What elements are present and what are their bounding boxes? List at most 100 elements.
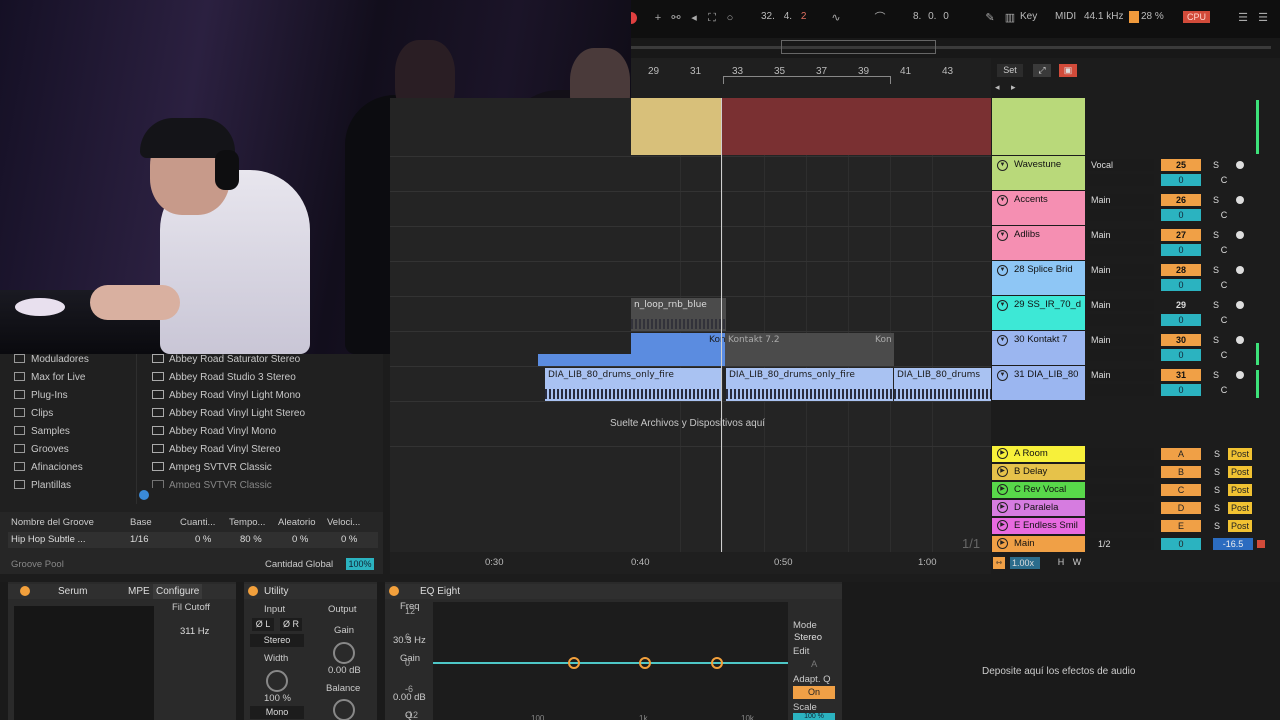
post-button[interactable]: Post xyxy=(1228,520,1252,532)
play-icon[interactable]: ▶ xyxy=(997,502,1008,513)
output-routing[interactable]: Main xyxy=(1088,194,1154,206)
eq-band-handle[interactable] xyxy=(711,657,723,669)
curve-icon[interactable]: ⌒ xyxy=(873,11,887,25)
fold-icon[interactable]: ▼ xyxy=(997,335,1008,346)
return-name[interactable]: ▶ B Delay xyxy=(992,464,1085,480)
mono-button[interactable]: Mono xyxy=(250,706,304,719)
track-header[interactable]: ▼ Wavestune Vocal 25 0 S C xyxy=(991,156,1280,191)
browser-item[interactable]: Abbey Road Saturator Stereo xyxy=(152,354,300,365)
solo-button[interactable]: S xyxy=(1211,520,1223,532)
track-volume[interactable]: 0 xyxy=(1161,174,1201,186)
track-number[interactable]: 29 xyxy=(1161,299,1201,311)
crossfade-button[interactable]: C xyxy=(1216,279,1232,291)
phase-right-button[interactable]: Ø R xyxy=(280,618,302,631)
category-item[interactable]: Clips xyxy=(14,408,53,419)
edit-value[interactable]: A xyxy=(811,659,817,670)
menu-icon[interactable]: ☰ xyxy=(1256,11,1270,25)
zoom-icon[interactable]: ⇿ xyxy=(993,557,1005,569)
hamburger-icon[interactable]: ☰ xyxy=(1236,11,1250,25)
device-power-icon[interactable] xyxy=(248,586,258,596)
category-item[interactable]: Plantillas xyxy=(14,480,71,491)
expand-icon[interactable]: ⤢ xyxy=(1033,64,1051,77)
fold-icon[interactable]: ▼ xyxy=(997,300,1008,311)
return-track[interactable]: ▶ C Rev Vocal C S Post xyxy=(991,482,1280,500)
balance-knob[interactable] xyxy=(333,699,355,720)
solo-button[interactable]: S xyxy=(1211,448,1223,460)
category-item[interactable]: Plug-Ins xyxy=(14,390,68,401)
post-button[interactable]: Post xyxy=(1228,502,1252,514)
groove-timing[interactable]: 80 % xyxy=(240,534,262,545)
midi-map-button[interactable]: MIDI xyxy=(1055,11,1076,22)
arm-icon[interactable] xyxy=(1236,196,1244,204)
beat-ruler[interactable]: 29 31 33 35 37 39 41 43 xyxy=(631,58,991,98)
record-indicator[interactable] xyxy=(631,12,637,24)
output-routing[interactable]: Main xyxy=(1088,264,1154,276)
set-button[interactable]: Set xyxy=(997,64,1023,77)
browser-item[interactable]: Abbey Road Vinyl Stereo xyxy=(152,444,281,455)
return-track[interactable]: ▶ E Endless Smil E S Post xyxy=(991,518,1280,536)
track-number[interactable]: 26 xyxy=(1161,194,1201,206)
arrangement-view[interactable]: n_loop_rnb_blue Kon Kontakt 7.2 Kon DIA_… xyxy=(390,98,991,552)
solo-button[interactable]: S xyxy=(1211,502,1223,514)
solo-button[interactable]: S xyxy=(1211,466,1223,478)
browser-item[interactable]: Abbey Road Studio 3 Stereo xyxy=(152,372,296,383)
link-icon[interactable]: ⚯ xyxy=(669,11,683,25)
group-track-header[interactable] xyxy=(991,98,1280,156)
category-item[interactable]: Max for Live xyxy=(14,372,85,383)
clip-kontakt-a[interactable]: Kon xyxy=(631,333,725,366)
track-header[interactable]: ▼ 30 Kontakt 7 Main 30 0 S C xyxy=(991,331,1280,366)
main-track[interactable]: ▶ Main 1/2 0 -16.5 xyxy=(991,536,1280,554)
mpe-label[interactable]: MPE xyxy=(128,584,150,599)
configure-button[interactable]: Configure xyxy=(153,584,203,599)
main-name[interactable]: ▶ Main xyxy=(992,536,1085,552)
return-routing[interactable] xyxy=(1088,448,1154,460)
groove-random[interactable]: 0 % xyxy=(292,534,308,545)
solo-button[interactable]: S xyxy=(1211,484,1223,496)
gain-knob[interactable] xyxy=(333,642,355,664)
zoom-value[interactable]: 1.00x xyxy=(1010,557,1040,569)
play-icon[interactable]: ▶ xyxy=(997,448,1008,459)
solo-button[interactable]: S xyxy=(1208,229,1224,241)
track-name[interactable]: ▼ 28 Splice Brid xyxy=(992,261,1085,295)
category-item[interactable]: Samples xyxy=(14,426,70,437)
track-name[interactable]: ▼ 29 SS_IR_70_d xyxy=(992,296,1085,330)
crossfade-button[interactable]: C xyxy=(1216,174,1232,186)
group-clip-yellow[interactable] xyxy=(631,98,721,155)
serum-device[interactable]: Serum MPE Configure Fil Cutoff 311 Hz xyxy=(8,582,236,720)
return-routing[interactable] xyxy=(1088,520,1154,532)
main-volume[interactable]: 0 xyxy=(1161,538,1201,550)
track-header[interactable]: ▼ 29 SS_IR_70_d Main 29 0 S C xyxy=(991,296,1280,331)
return-letter[interactable]: C xyxy=(1161,484,1201,496)
crossfade-button[interactable]: C xyxy=(1216,244,1232,256)
scroll-right-icon[interactable]: ▸ xyxy=(1011,82,1016,93)
output-routing[interactable]: Main xyxy=(1088,229,1154,241)
output-channel[interactable] xyxy=(1088,209,1154,221)
utility-device[interactable]: Utility Input Output Ø L Ø R Stereo Gain… xyxy=(244,582,377,720)
key-map-button[interactable]: Key xyxy=(1020,11,1037,22)
return-track[interactable]: ▶ B Delay B S Post xyxy=(991,464,1280,482)
track-name[interactable]: ▼ Accents xyxy=(992,191,1085,225)
category-item[interactable]: Grooves xyxy=(14,444,69,455)
browser-item[interactable]: Abbey Road Vinyl Light Stereo xyxy=(152,408,305,419)
automation-icon[interactable]: ∿ xyxy=(829,11,843,25)
track-volume[interactable]: 0 xyxy=(1161,349,1201,361)
post-button[interactable]: Post xyxy=(1228,448,1252,460)
metronome-icon[interactable]: ○ xyxy=(723,11,737,25)
return-routing[interactable] xyxy=(1088,466,1154,478)
crossfade-button[interactable]: C xyxy=(1216,384,1232,396)
track-number[interactable]: 31 xyxy=(1161,369,1201,381)
track-header[interactable]: ▼ Adlibs Main 27 0 S C xyxy=(991,226,1280,261)
track-name[interactable]: ▼ 30 Kontakt 7 xyxy=(992,331,1085,365)
track-name[interactable]: ▼ Wavestune xyxy=(992,156,1085,190)
device-power-icon[interactable] xyxy=(389,586,399,596)
groove-quantize[interactable]: 0 % xyxy=(195,534,211,545)
crossfade-button[interactable]: C xyxy=(1216,314,1232,326)
arm-icon[interactable] xyxy=(1236,231,1244,239)
solo-button[interactable]: S xyxy=(1208,264,1224,276)
playhead[interactable] xyxy=(721,98,722,552)
clip-kontakt-tail[interactable] xyxy=(538,354,631,366)
track-name[interactable]: ▼ 31 DIA_LIB_80 xyxy=(992,366,1085,400)
browser-item[interactable]: Ampeg SVTVR Classic xyxy=(152,462,272,473)
track-volume[interactable]: 0 xyxy=(1161,209,1201,221)
output-channel[interactable] xyxy=(1088,279,1154,291)
